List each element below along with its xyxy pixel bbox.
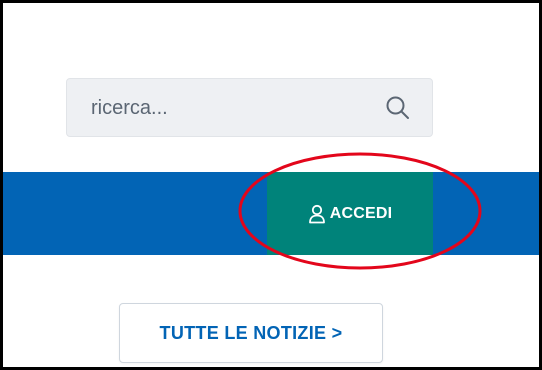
search-icon[interactable] bbox=[383, 93, 413, 123]
login-button-label: ACCEDI bbox=[329, 204, 393, 222]
login-button[interactable]: ACCEDI bbox=[267, 172, 433, 255]
all-news-button[interactable]: TUTTE LE NOTIZIE > bbox=[119, 303, 383, 363]
search-box[interactable] bbox=[66, 78, 433, 137]
page-frame: ACCEDI TUTTE LE NOTIZIE > bbox=[3, 3, 539, 367]
user-icon bbox=[308, 204, 326, 224]
search-input[interactable] bbox=[91, 93, 361, 123]
